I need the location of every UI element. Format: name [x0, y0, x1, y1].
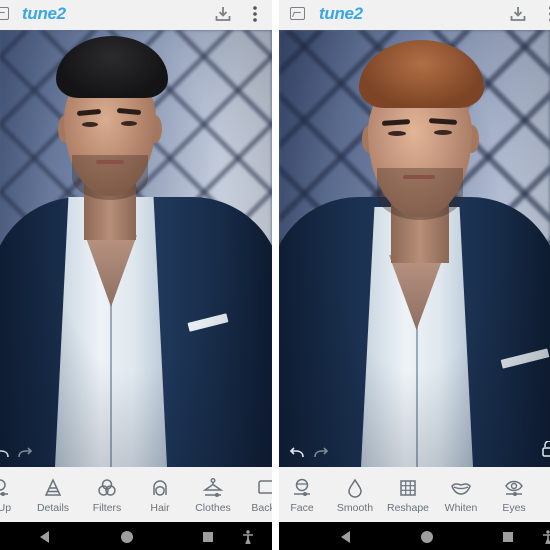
photo-vignette — [0, 30, 272, 467]
filters-icon — [98, 479, 116, 496]
accessibility-icon[interactable] — [543, 530, 550, 545]
photo-canvas[interactable] — [279, 30, 550, 467]
face-icon — [294, 478, 310, 496]
tools-toolbar: h Up Details Filters Hair Clothes Backd — [0, 467, 272, 522]
gallery-icon[interactable] — [0, 7, 9, 20]
download-icon[interactable] — [215, 6, 231, 22]
tool-backdrop[interactable]: Backd — [238, 467, 272, 522]
hair-icon — [153, 480, 167, 496]
redo-icon[interactable] — [312, 446, 330, 458]
app-logo: facetune2 — [319, 4, 512, 191]
app-header: facetune2 — [279, 0, 550, 191]
tools-toolbar: Face Smooth Reshape Whiten Eyes — [279, 467, 550, 522]
app-logo: facetune2 — [22, 4, 178, 170]
backdrop-icon — [258, 480, 272, 494]
back-icon[interactable] — [341, 531, 350, 543]
after-screen: facetune2 — [279, 0, 550, 550]
app-header: facetune2 — [0, 0, 272, 170]
home-icon[interactable] — [421, 531, 433, 543]
touch-up-icon — [0, 479, 8, 496]
back-icon[interactable] — [40, 531, 49, 543]
compare-icon[interactable] — [542, 440, 550, 457]
tool-eyes[interactable]: Eyes — [486, 467, 542, 522]
whiten-icon — [451, 483, 471, 495]
tool-label: Eyes — [502, 502, 526, 514]
tool-label: Backd — [251, 502, 272, 514]
download-icon[interactable] — [510, 6, 526, 22]
clothes-icon — [202, 478, 224, 497]
logo-tune-text: tune2 — [22, 4, 66, 23]
before-screen: facetune2 — [0, 0, 272, 550]
photo-vignette — [279, 30, 550, 467]
details-icon — [44, 478, 62, 496]
system-nav-bar — [279, 522, 550, 550]
gallery-icon[interactable] — [290, 7, 305, 20]
reshape-icon — [400, 480, 416, 496]
recents-icon[interactable] — [203, 532, 213, 542]
panel-divider — [272, 0, 279, 550]
accessibility-icon[interactable] — [243, 530, 253, 545]
system-nav-bar — [0, 522, 272, 550]
logo-tune-text: tune2 — [319, 4, 363, 23]
recents-icon[interactable] — [503, 532, 513, 542]
more-vertical-icon[interactable] — [251, 5, 259, 23]
redo-icon[interactable] — [16, 446, 34, 458]
eyes-icon — [505, 480, 523, 496]
smooth-icon — [348, 478, 362, 498]
undo-icon[interactable] — [0, 446, 11, 458]
photo-canvas[interactable] — [0, 30, 272, 467]
undo-icon[interactable] — [288, 446, 306, 458]
home-icon[interactable] — [121, 531, 133, 543]
